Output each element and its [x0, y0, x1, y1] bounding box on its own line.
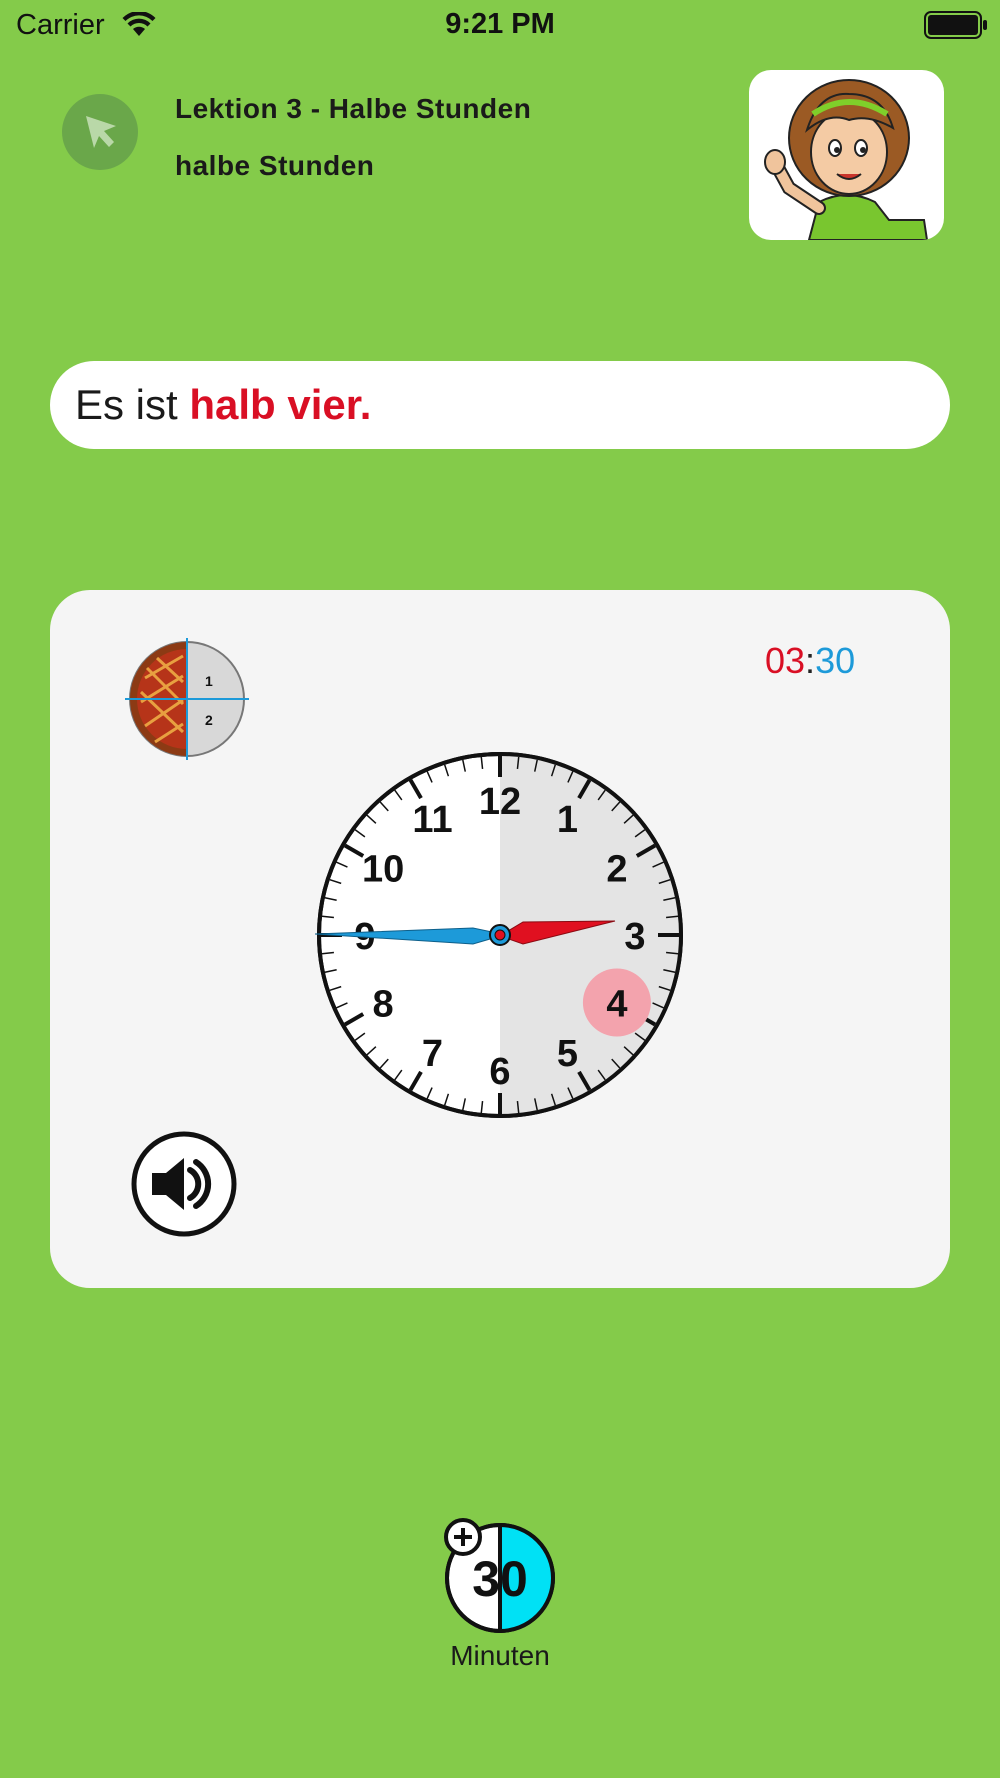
clock-number: 7: [422, 1033, 443, 1075]
battery-icon: [924, 11, 987, 39]
clock-number: 5: [557, 1033, 578, 1075]
add-minutes-button[interactable]: 30: [440, 1514, 560, 1634]
clock-number: 1: [557, 799, 578, 841]
pie-label-2: 2: [205, 712, 213, 728]
sentence-card: Es ist halb vier.: [50, 361, 950, 449]
minutes-label: Minuten: [450, 1640, 550, 1671]
time-sentence: Es ist halb vier.: [75, 381, 371, 429]
clock-card: 1 2 03:30 121234567891011: [50, 590, 950, 1288]
clock-number: 8: [373, 984, 394, 1026]
plus-icon: [444, 1518, 482, 1556]
clock-number: 3: [624, 916, 645, 958]
digital-minutes: 30: [815, 640, 856, 681]
clock-number: 4: [606, 984, 627, 1026]
sentence-prefix: Es ist: [75, 381, 190, 428]
back-button[interactable]: [62, 94, 138, 170]
lesson-subtitle: halbe Stunden: [175, 150, 375, 181]
half-pie-icon: 1 2: [125, 638, 249, 760]
clock-number: 12: [479, 781, 521, 823]
speaker-button[interactable]: [130, 1130, 238, 1238]
digital-hours: 03: [765, 640, 806, 681]
minutes-value: 30: [472, 1551, 528, 1607]
status-bar: Carrier 9:21 PM: [0, 0, 1000, 50]
lesson-title: Lektion 3 - Halbe Stunden: [175, 93, 532, 124]
clock-number: 10: [362, 849, 404, 891]
pie-label-1: 1: [205, 673, 213, 689]
pointer-arrow-icon: [86, 116, 116, 148]
clock-number: 6: [489, 1051, 510, 1093]
clock-number: 2: [606, 849, 627, 891]
sentence-answer: halb vier.: [189, 381, 372, 428]
girl-character-illustration: [764, 79, 929, 240]
clock-number: 11: [412, 799, 452, 841]
digital-time: 03:30: [765, 640, 855, 682]
digital-separator: :: [805, 640, 816, 681]
status-time: 9:21 PM: [445, 8, 555, 40]
character-avatar[interactable]: [749, 70, 944, 240]
analog-clock[interactable]: 121234567891011: [315, 750, 685, 1120]
